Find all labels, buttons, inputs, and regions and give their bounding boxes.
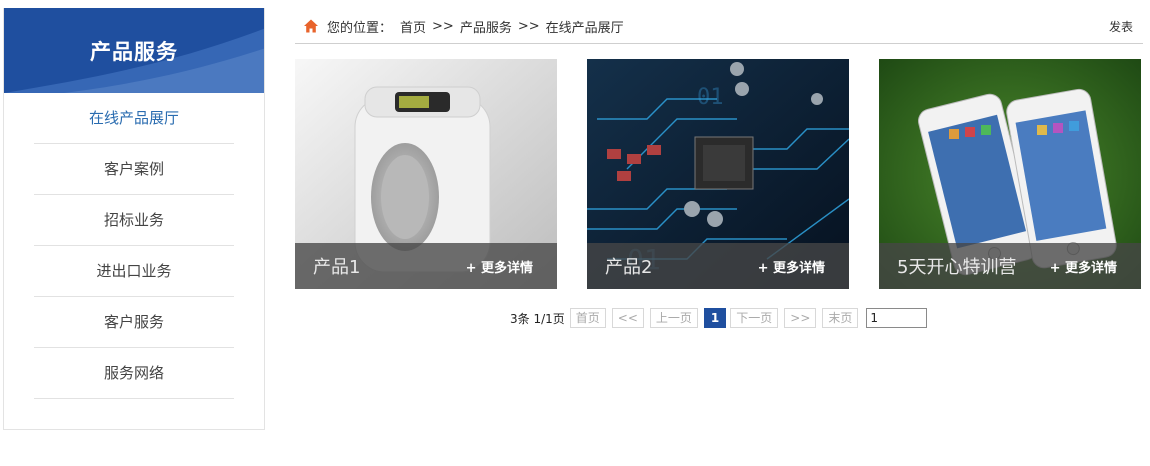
page-jump-input[interactable] xyxy=(866,308,928,328)
sidebar-title: 产品服务 xyxy=(90,39,178,64)
sidebar: 产品服务 在线产品展厅 客户案例 招标业务 进出口业务 客户服务 服务网络 xyxy=(3,8,265,430)
home-icon xyxy=(304,19,318,33)
breadcrumb-prefix: 您的位置： xyxy=(327,20,393,36)
prev-page-button[interactable]: 上一页 xyxy=(649,308,698,328)
more-details-link[interactable]: + 更多详情 xyxy=(1050,257,1117,276)
product-name: 产品2 xyxy=(605,257,653,278)
sidebar-item-bidding[interactable]: 招标业务 xyxy=(34,195,234,246)
page-info: 3条 1/1页 xyxy=(510,311,565,326)
product-card[interactable]: 产品1 + 更多详情 xyxy=(295,59,557,289)
product-card-overlay: 产品2 + 更多详情 xyxy=(587,243,849,289)
first-page-button[interactable]: 首页 xyxy=(569,308,606,328)
sidebar-menu: 在线产品展厅 客户案例 招标业务 进出口业务 客户服务 服务网络 xyxy=(4,93,264,399)
breadcrumb-separator: >> xyxy=(432,18,454,34)
sidebar-item-import-export[interactable]: 进出口业务 xyxy=(34,246,234,297)
product-grid: 产品1 + 更多详情 01 产品2 + 更多详情 5天开心特训营 + 更多详情 xyxy=(295,59,1143,289)
sidebar-item-service-network[interactable]: 服务网络 xyxy=(34,348,234,399)
product-card-overlay: 产品1 + 更多详情 xyxy=(295,243,557,289)
breadcrumb-separator: >> xyxy=(517,18,540,34)
breadcrumb-current-link[interactable]: 在线产品展厅 xyxy=(546,17,624,36)
product-name: 5天开心特训营 xyxy=(897,257,1017,278)
breadcrumb: 您的位置： 首页 >> 产品服务 >> 在线产品展厅 发表 xyxy=(295,9,1143,44)
product-card[interactable]: 01 01 产品2 + 更多详情 xyxy=(587,59,849,289)
more-details-link[interactable]: + 更多详情 xyxy=(466,257,533,276)
next-page-button[interactable]: 下一页 xyxy=(730,308,779,328)
svg-text:01: 01 xyxy=(697,85,724,110)
publish-link[interactable]: 发表 xyxy=(1109,18,1133,35)
pagination: 3条 1/1页 首页 << 上一页 1 下一页 >> 末页 xyxy=(510,307,928,329)
product-card-overlay: 5天开心特训营 + 更多详情 xyxy=(879,243,1141,289)
prev-prev-button[interactable]: << xyxy=(611,308,644,328)
product-name: 产品1 xyxy=(313,257,361,278)
breadcrumb-products-link[interactable]: 产品服务 xyxy=(460,17,512,36)
last-page-button[interactable]: 末页 xyxy=(822,308,859,328)
product-card[interactable]: 5天开心特训营 + 更多详情 xyxy=(879,59,1141,289)
current-page-button[interactable]: 1 xyxy=(703,308,727,328)
breadcrumb-home-link[interactable]: 首页 xyxy=(400,17,426,36)
next-next-button[interactable]: >> xyxy=(784,308,817,328)
sidebar-item-customer-cases[interactable]: 客户案例 xyxy=(34,144,234,195)
more-details-link[interactable]: + 更多详情 xyxy=(758,257,825,276)
sidebar-header: 产品服务 xyxy=(4,8,264,93)
sidebar-item-customer-service[interactable]: 客户服务 xyxy=(34,297,234,348)
sidebar-item-online-showroom[interactable]: 在线产品展厅 xyxy=(34,93,234,144)
